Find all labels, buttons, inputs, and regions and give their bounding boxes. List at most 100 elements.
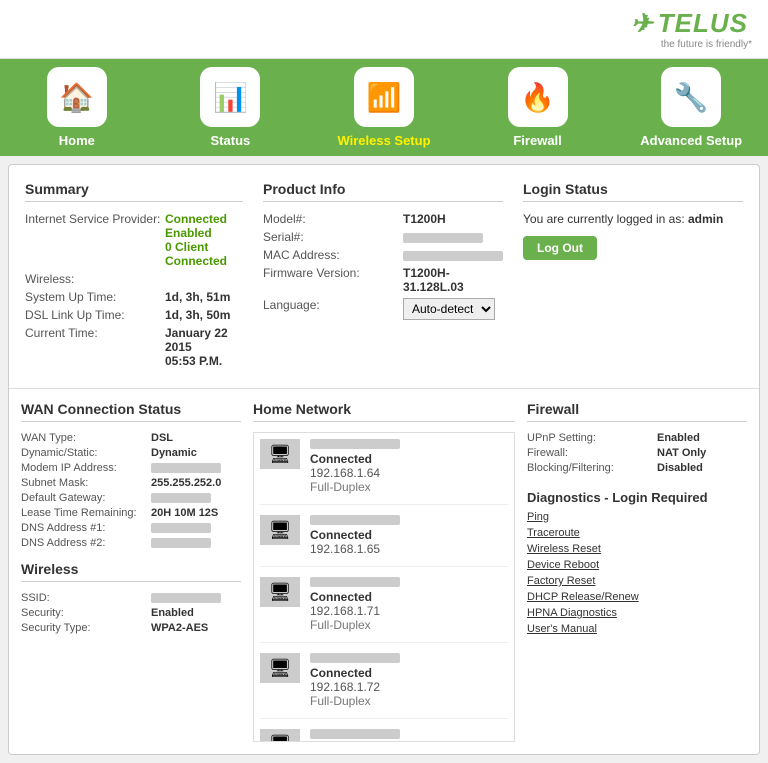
- nav-firewall-label: Firewall: [513, 133, 561, 148]
- diag-ping[interactable]: Ping: [527, 511, 747, 523]
- nav-home[interactable]: 🏠 Home: [17, 67, 137, 148]
- dns1-value: [151, 522, 211, 534]
- login-status-block: Login Status You are currently logged in…: [523, 181, 743, 372]
- device-duplex-3: Full-Duplex: [310, 618, 400, 632]
- firewall-block: Firewall UPnP Setting: Enabled Firewall:…: [527, 401, 747, 742]
- serial-value: [403, 230, 483, 244]
- diag-traceroute[interactable]: Traceroute: [527, 527, 747, 539]
- firmware-value: T1200H-31.128L.03: [403, 266, 503, 294]
- home-icon: 🏠: [47, 67, 107, 127]
- modem-ip-value: [151, 462, 221, 474]
- nav-advanced-label: Advanced Setup: [640, 133, 742, 148]
- firmware-label: Firmware Version:: [263, 266, 403, 294]
- device-info-5: Connected 192.168.1.66 WP_INIT Full-Dupl…: [310, 729, 400, 742]
- subnet-value: 255.255.252.0: [151, 477, 221, 489]
- dynamic-static-value: Dynamic: [151, 447, 197, 459]
- upnp-row: UPnP Setting: Enabled: [527, 432, 747, 444]
- summary-block: Summary Internet Service Provider: Conne…: [25, 181, 243, 372]
- firmware-row: Firmware Version: T1200H-31.128L.03: [263, 266, 503, 294]
- firewall-value: NAT Only: [657, 447, 706, 459]
- login-status-text: You are currently logged in as: admin: [523, 212, 743, 226]
- gateway-row: Default Gateway:: [21, 492, 241, 504]
- nav-status[interactable]: 📊 Status: [170, 67, 290, 148]
- subnet-row: Subnet Mask: 255.255.252.0: [21, 477, 241, 489]
- serial-row: Serial#:: [263, 230, 503, 244]
- isp-value: ConnectedEnabled0 Client Connected: [165, 212, 243, 268]
- dns2-label: DNS Address #2:: [21, 537, 151, 549]
- blocking-value: Disabled: [657, 462, 703, 474]
- wan-block: WAN Connection Status WAN Type: DSL Dyna…: [21, 401, 241, 742]
- security-type-row: Security Type: WPA2-AES: [21, 622, 241, 634]
- home-network-title: Home Network: [253, 401, 515, 422]
- device-icon-3: 🖥: [260, 577, 300, 607]
- diag-dhcp[interactable]: DHCP Release/Renew: [527, 591, 747, 603]
- wireless-sub-title: Wireless: [21, 561, 241, 582]
- device-status-2: Connected: [310, 528, 400, 542]
- mac-row: MAC Address:: [263, 248, 503, 262]
- list-item: 🖥 Connected 192.168.1.66 WP_INIT Full-Du…: [260, 729, 508, 742]
- lease-value: 20H 10M 12S: [151, 507, 218, 519]
- dns2-value: [151, 537, 211, 549]
- device-duplex-1: Full-Duplex: [310, 480, 400, 494]
- dns1-row: DNS Address #1:: [21, 522, 241, 534]
- nav-home-label: Home: [59, 133, 95, 148]
- security-value: Enabled: [151, 607, 194, 619]
- language-select[interactable]: Auto-detect: [403, 298, 495, 320]
- wireless-icon: 📶: [354, 67, 414, 127]
- bottom-section: WAN Connection Status WAN Type: DSL Dyna…: [9, 389, 759, 754]
- device-status-3: Connected: [310, 590, 400, 604]
- dsl-value: 1d, 3h, 50m: [165, 308, 230, 322]
- diag-wireless-reset[interactable]: Wireless Reset: [527, 543, 747, 555]
- diag-factory-reset[interactable]: Factory Reset: [527, 575, 747, 587]
- diag-hpna[interactable]: HPNA Diagnostics: [527, 607, 747, 619]
- logged-in-user: admin: [688, 212, 723, 226]
- device-icon-5: 🖥: [260, 729, 300, 742]
- main-nav: 🏠 Home 📊 Status 📶 Wireless Setup 🔥 Firew…: [0, 59, 768, 156]
- upnp-value: Enabled: [657, 432, 700, 444]
- wireless-subsection: Wireless SSID: Security: Enabled Securit…: [21, 561, 241, 634]
- nav-wireless[interactable]: 📶 Wireless Setup: [324, 67, 444, 148]
- nav-firewall[interactable]: 🔥 Firewall: [478, 67, 598, 148]
- wireless-row: Wireless:: [25, 272, 243, 286]
- gateway-label: Default Gateway:: [21, 492, 151, 504]
- mac-label: MAC Address:: [263, 248, 403, 262]
- home-network-scroll[interactable]: 🖥 Connected 192.168.1.64 Full-Duplex 🖥 C…: [253, 432, 515, 742]
- lease-label: Lease Time Remaining:: [21, 507, 151, 519]
- blocking-row: Blocking/Filtering: Disabled: [527, 462, 747, 474]
- list-item: 🖥 Connected 192.168.1.65: [260, 515, 508, 567]
- mac-value: [403, 248, 503, 262]
- login-status-title: Login Status: [523, 181, 743, 202]
- gateway-value: [151, 492, 211, 504]
- nav-status-label: Status: [211, 133, 251, 148]
- diag-device-reboot[interactable]: Device Reboot: [527, 559, 747, 571]
- device-info-1: Connected 192.168.1.64 Full-Duplex: [310, 439, 400, 494]
- device-info-2: Connected 192.168.1.65: [310, 515, 400, 556]
- model-label: Model#:: [263, 212, 403, 226]
- nav-advanced[interactable]: 🔧 Advanced Setup: [631, 67, 751, 148]
- logout-button[interactable]: Log Out: [523, 236, 597, 260]
- uptime-label: System Up Time:: [25, 290, 165, 304]
- dsl-label: DSL Link Up Time:: [25, 308, 165, 322]
- nav-wireless-label: Wireless Setup: [337, 133, 430, 148]
- lease-row: Lease Time Remaining: 20H 10M 12S: [21, 507, 241, 519]
- brand-name: ✈TELUS: [631, 8, 752, 39]
- device-ip-4: 192.168.1.72: [310, 680, 400, 694]
- status-icon: 📊: [200, 67, 260, 127]
- device-duplex-4: Full-Duplex: [310, 694, 400, 708]
- modem-ip-label: Modem IP Address:: [21, 462, 151, 474]
- page-header: ✈TELUS the future is friendly*: [0, 0, 768, 59]
- wan-title: WAN Connection Status: [21, 401, 241, 422]
- summary-title: Summary: [25, 181, 243, 202]
- wan-type-row: WAN Type: DSL: [21, 432, 241, 444]
- logo-symbol: ✈: [631, 8, 654, 38]
- subnet-label: Subnet Mask:: [21, 477, 151, 489]
- device-info-4: Connected 192.168.1.72 Full-Duplex: [310, 653, 400, 708]
- device-status-1: Connected: [310, 452, 400, 466]
- ssid-value: [151, 592, 221, 604]
- model-value: T1200H: [403, 212, 446, 226]
- product-info-title: Product Info: [263, 181, 503, 202]
- diag-manual[interactable]: User's Manual: [527, 623, 747, 635]
- dsl-row: DSL Link Up Time: 1d, 3h, 50m: [25, 308, 243, 322]
- main-content: Summary Internet Service Provider: Conne…: [8, 164, 760, 755]
- security-type-label: Security Type:: [21, 622, 151, 634]
